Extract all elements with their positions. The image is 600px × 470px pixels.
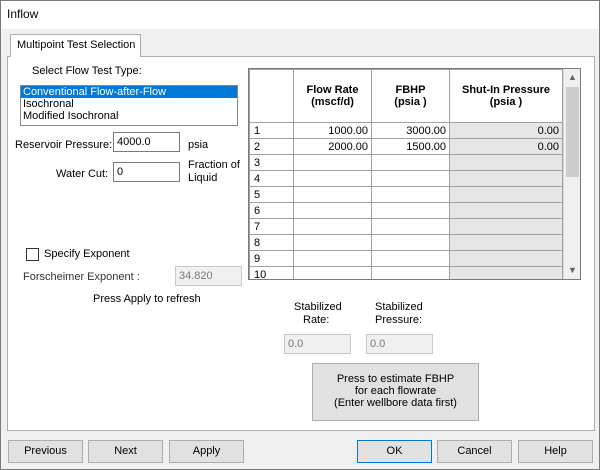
table-row: 6 <box>249 202 563 219</box>
next-button[interactable]: Next <box>88 440 163 463</box>
scroll-up-icon[interactable]: ▲ <box>564 69 580 86</box>
list-item-isochronal[interactable]: Isochronal <box>21 98 237 110</box>
tab-label: Multipoint Test Selection <box>17 39 136 51</box>
specify-exponent-label: Specify Exponent <box>44 248 130 260</box>
fbhp-cell[interactable] <box>371 250 450 267</box>
fbhp-cell[interactable] <box>371 154 450 171</box>
table-row: 9 <box>249 250 563 267</box>
flow-rate-cell[interactable] <box>293 186 372 203</box>
apply-button[interactable]: Apply <box>169 440 244 463</box>
scroll-down-icon[interactable]: ▼ <box>564 262 580 279</box>
flow-rate-cell[interactable] <box>293 266 372 279</box>
flow-test-type-label: Select Flow Test Type: <box>32 65 142 77</box>
forscheimer-exponent-label: Forscheimer Exponent : <box>23 271 140 283</box>
stabilized-pressure-label-1: Stabilized <box>375 301 423 313</box>
flow-rate-cell[interactable] <box>293 250 372 267</box>
fbhp-cell[interactable]: 3000.00 <box>371 122 450 139</box>
shut-in-cell[interactable] <box>449 234 563 251</box>
water-cut-input[interactable] <box>113 162 180 182</box>
help-button[interactable]: Help <box>518 440 593 463</box>
flow-test-grid[interactable]: Flow Rate (mscf/d) FBHP (psia ) Shut-In … <box>248 68 581 280</box>
table-row: 1 1000.00 3000.00 0.00 <box>249 122 563 139</box>
row-number: 8 <box>249 234 294 251</box>
table-row: 7 <box>249 218 563 235</box>
reservoir-pressure-input[interactable] <box>113 132 180 152</box>
row-number: 5 <box>249 186 294 203</box>
shut-in-cell[interactable]: 0.00 <box>449 138 563 155</box>
row-number: 1 <box>249 122 294 139</box>
stabilized-rate-label-2: Rate: <box>303 314 330 326</box>
row-number: 7 <box>249 218 294 235</box>
grid-scrollbar[interactable]: ▲ ▼ <box>563 69 580 279</box>
shut-in-cell[interactable] <box>449 170 563 187</box>
shut-in-cell[interactable] <box>449 202 563 219</box>
fbhp-cell[interactable] <box>371 266 450 279</box>
list-item-conventional[interactable]: Conventional Flow-after-Flow <box>21 86 237 98</box>
shut-in-cell[interactable] <box>449 154 563 171</box>
cancel-button[interactable]: Cancel <box>437 440 512 463</box>
estimate-button-line1: Press to estimate FBHP <box>336 373 455 385</box>
flow-rate-cell[interactable] <box>293 234 372 251</box>
column-header-fbhp[interactable]: FBHP (psia ) <box>371 69 450 123</box>
flow-rate-cell[interactable] <box>293 202 372 219</box>
shut-in-cell[interactable] <box>449 186 563 203</box>
table-row: 3 <box>249 154 563 171</box>
table-row: 10 <box>249 266 563 279</box>
column-header-shut-in-pressure[interactable]: Shut-In Pressure (psia ) <box>449 69 563 123</box>
table-row: 8 <box>249 234 563 251</box>
shut-in-cell[interactable]: 0.00 <box>449 122 563 139</box>
shut-in-cell[interactable] <box>449 250 563 267</box>
estimate-button-line3: (Enter wellbore data first) <box>334 397 457 409</box>
flow-rate-cell[interactable]: 2000.00 <box>293 138 372 155</box>
row-header-corner <box>249 69 294 123</box>
estimate-fbhp-button[interactable]: Press to estimate FBHP for each flowrate… <box>312 363 479 421</box>
table-header-row: Flow Rate (mscf/d) FBHP (psia ) Shut-In … <box>249 69 563 123</box>
title-bar: Inflow <box>1 1 599 29</box>
stabilized-pressure-label-2: Pressure: <box>375 314 423 326</box>
ok-button[interactable]: OK <box>357 440 432 463</box>
inflow-dialog: Inflow Multipoint Test Selection Select … <box>0 0 600 470</box>
row-number: 3 <box>249 154 294 171</box>
fbhp-cell[interactable] <box>371 202 450 219</box>
scrollbar-thumb[interactable] <box>566 87 579 177</box>
flow-rate-cell[interactable] <box>293 170 372 187</box>
flow-rate-cell[interactable] <box>293 218 372 235</box>
fbhp-cell[interactable] <box>371 186 450 203</box>
specify-exponent-checkbox[interactable] <box>26 248 39 261</box>
tab-multipoint-test-selection[interactable]: Multipoint Test Selection <box>10 34 141 57</box>
row-number: 9 <box>249 250 294 267</box>
reservoir-pressure-unit: psia <box>188 139 209 151</box>
row-number: 6 <box>249 202 294 219</box>
window-title: Inflow <box>7 7 39 21</box>
fbhp-cell[interactable]: 1500.00 <box>371 138 450 155</box>
row-number: 2 <box>249 138 294 155</box>
reservoir-pressure-label: Reservoir Pressure: <box>15 139 113 151</box>
flow-test-type-list[interactable]: Conventional Flow-after-Flow Isochronal … <box>20 85 238 126</box>
flow-rate-cell[interactable] <box>293 154 372 171</box>
fbhp-cell[interactable] <box>371 234 450 251</box>
list-item-modified-isochronal[interactable]: Modified Isochronal <box>21 110 237 122</box>
shut-in-cell[interactable] <box>449 266 563 279</box>
table-row: 2 2000.00 1500.00 0.00 <box>249 138 563 155</box>
flow-test-table: Flow Rate (mscf/d) FBHP (psia ) Shut-In … <box>249 69 563 279</box>
fbhp-cell[interactable] <box>371 170 450 187</box>
stabilized-rate-input[interactable] <box>284 334 351 354</box>
previous-button[interactable]: Previous <box>8 440 83 463</box>
stabilized-pressure-input[interactable] <box>366 334 433 354</box>
flow-rate-cell[interactable]: 1000.00 <box>293 122 372 139</box>
column-header-flow-rate[interactable]: Flow Rate (mscf/d) <box>293 69 372 123</box>
water-cut-label: Water Cut: <box>56 168 109 180</box>
shut-in-cell[interactable] <box>449 218 563 235</box>
refresh-hint: Press Apply to refresh <box>93 293 201 305</box>
water-cut-unit-line2: Liquid <box>188 172 218 184</box>
forscheimer-exponent-input[interactable] <box>175 266 242 286</box>
row-number: 4 <box>249 170 294 187</box>
water-cut-unit-line1: Fraction of <box>188 159 240 171</box>
fbhp-cell[interactable] <box>371 218 450 235</box>
stabilized-rate-label-1: Stabilized <box>294 301 342 313</box>
estimate-button-line2: for each flowrate <box>354 385 437 397</box>
row-number: 10 <box>249 266 294 279</box>
table-row: 4 <box>249 170 563 187</box>
table-row: 5 <box>249 186 563 203</box>
